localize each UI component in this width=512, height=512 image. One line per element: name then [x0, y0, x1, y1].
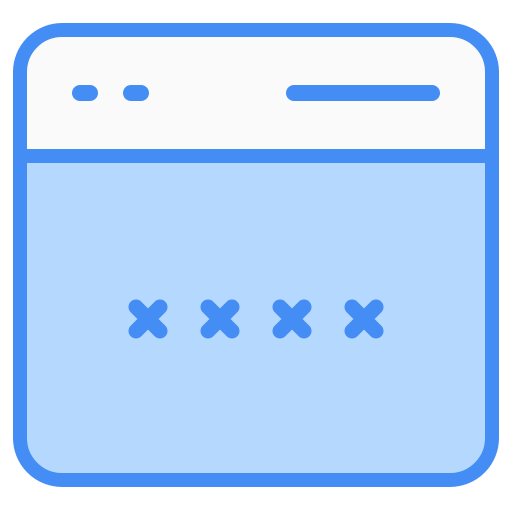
browser-window-icon — [13, 23, 499, 487]
mask-x-icon — [128, 299, 168, 339]
mask-x-icon — [200, 299, 240, 339]
mask-x-icon — [344, 299, 384, 339]
mask-x-icon — [272, 299, 312, 339]
password-window-illustration — [0, 0, 512, 512]
